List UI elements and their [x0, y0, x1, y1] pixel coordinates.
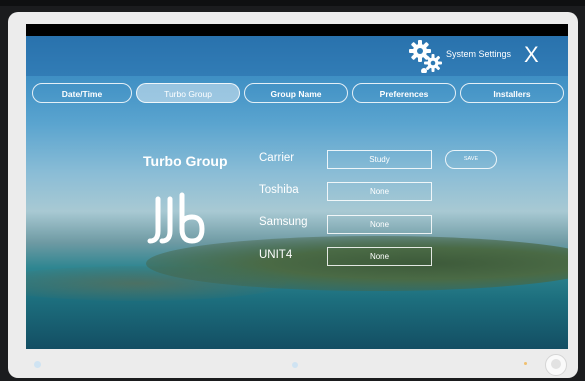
avatar[interactable]	[545, 354, 567, 376]
brand-label-samsung: Samsung	[259, 216, 308, 228]
tab-bar: Date/Time Turbo Group Group Name Prefere…	[32, 83, 564, 105]
page-title: System Settings	[446, 49, 512, 59]
settings-screen: System Settings X Date/Time Turbo Group …	[26, 36, 568, 349]
brand-label-unit4: UNIT4	[259, 249, 293, 261]
device-bezel	[0, 0, 585, 6]
settings-header: System Settings X	[26, 36, 568, 76]
indicator-dot	[34, 361, 41, 368]
indicator-dot	[524, 362, 527, 365]
save-button[interactable]: SAVE	[445, 150, 497, 169]
tab-installers[interactable]: Installers	[460, 83, 564, 103]
tab-date-time[interactable]: Date/Time	[32, 83, 132, 103]
brand-label-toshiba: Toshiba	[259, 184, 299, 196]
status-bar	[26, 24, 568, 36]
close-button[interactable]: X	[524, 42, 539, 68]
indicator-dot	[292, 362, 298, 368]
tab-group-name[interactable]: Group Name	[244, 83, 348, 103]
device-bottom-bar	[26, 349, 568, 377]
gears-icon	[406, 39, 444, 74]
section-title: Turbo Group	[143, 153, 228, 169]
tab-preferences[interactable]: Preferences	[352, 83, 456, 103]
group-select-samsung[interactable]: None	[327, 215, 432, 234]
turbo-group-logo	[144, 191, 206, 246]
tab-turbo-group[interactable]: Turbo Group	[136, 83, 240, 103]
group-select-unit4[interactable]: None	[327, 247, 432, 266]
brand-label-carrier: Carrier	[259, 152, 295, 164]
group-select-carrier[interactable]: Study	[327, 150, 432, 169]
group-select-toshiba[interactable]: None	[327, 182, 432, 201]
